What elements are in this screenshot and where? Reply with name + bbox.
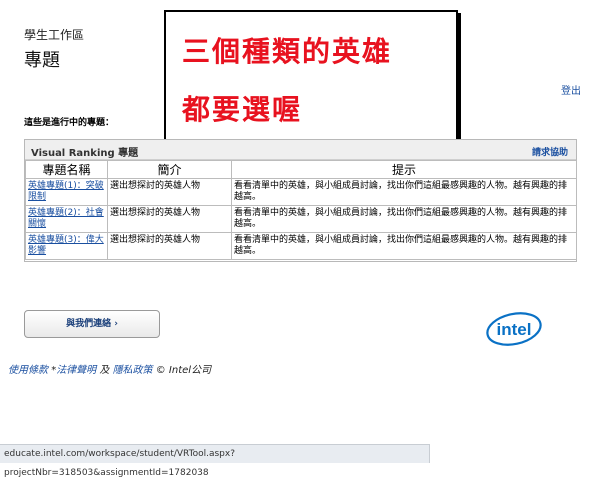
- privacy-link[interactable]: 隱私政策: [113, 365, 153, 376]
- help-request-link[interactable]: 請求協助: [532, 145, 568, 158]
- project-hint: 看看清單中的英雄，與小組成員討論，找出你們這組最感興趣的人物。越有興趣的排越高。: [231, 205, 577, 233]
- intel-logo-text: intel: [497, 320, 532, 339]
- project-hint: 看看清單中的英雄，與小組成員討論，找出你們這組最感興趣的人物。越有興趣的排越高。: [231, 232, 577, 260]
- status-bar-url: educate.intel.com/workspace/student/VRTo…: [0, 444, 430, 478]
- section-label: 學生工作區: [24, 28, 85, 42]
- column-header-hint: 提示: [231, 160, 577, 179]
- project-intro: 選出想探討的英雄人物: [107, 205, 232, 233]
- legal-link[interactable]: 法律聲明: [56, 365, 96, 376]
- column-header-name: 專題名稱: [25, 160, 108, 179]
- table-row: 英雄專題(3)：偉大影響 選出想探討的英雄人物 看看清單中的英雄，與小組成員討論…: [25, 232, 577, 260]
- panel-title: Visual Ranking 專題: [31, 148, 139, 159]
- and-text: 及: [99, 365, 110, 376]
- contact-us-button[interactable]: 與我們連絡 ›: [24, 310, 160, 338]
- panel-header: Visual Ranking 專題 請求協助: [25, 140, 576, 160]
- column-header-intro: 簡介: [107, 160, 232, 179]
- terms-link[interactable]: 使用條款: [8, 365, 48, 376]
- project-link[interactable]: 英雄專題(1)：突破限制: [28, 181, 104, 202]
- table-header-row: 專題名稱 簡介 提示: [25, 160, 577, 179]
- project-intro: 選出想探討的英雄人物: [107, 232, 232, 260]
- project-table: 專題名稱 簡介 提示 英雄專題(1)：突破限制 選出想探討的英雄人物 看看清單中…: [25, 160, 577, 260]
- annotation-line-1: 三個種類的英雄: [182, 35, 393, 68]
- annotation-line-2: 都要選喔: [182, 93, 303, 126]
- copyright-text: © Intel公司: [155, 365, 212, 376]
- project-intro: 選出想探討的英雄人物: [107, 178, 232, 206]
- project-hint: 看看清單中的英雄，與小組成員討論，找出你們這組最感興趣的人物。越有興趣的排越高。: [231, 178, 577, 206]
- table-row: 英雄專題(2)：社會關懷 選出想探討的英雄人物 看看清單中的英雄，與小組成員討論…: [25, 205, 577, 233]
- table-row: 英雄專題(1)：突破限制 選出想探討的英雄人物 看看清單中的英雄，與小組成員討論…: [25, 178, 577, 206]
- project-panel: Visual Ranking 專題 請求協助 專題名稱 簡介 提示 英雄專題(1…: [24, 139, 577, 262]
- intel-logo: intel: [486, 312, 542, 346]
- annotation-box: 三個種類的英雄 都要選喔: [164, 10, 458, 146]
- project-link[interactable]: 英雄專題(2)：社會關懷: [28, 208, 104, 229]
- ongoing-projects-label: 這些是進行中的專題：: [24, 118, 115, 128]
- project-link[interactable]: 英雄專題(3)：偉大影響: [28, 235, 104, 256]
- logout-link[interactable]: 登出: [561, 82, 581, 97]
- page-title: 專題: [24, 50, 60, 71]
- footer: 使用條款 *法律聲明 及 隱私政策 © Intel公司: [8, 361, 211, 376]
